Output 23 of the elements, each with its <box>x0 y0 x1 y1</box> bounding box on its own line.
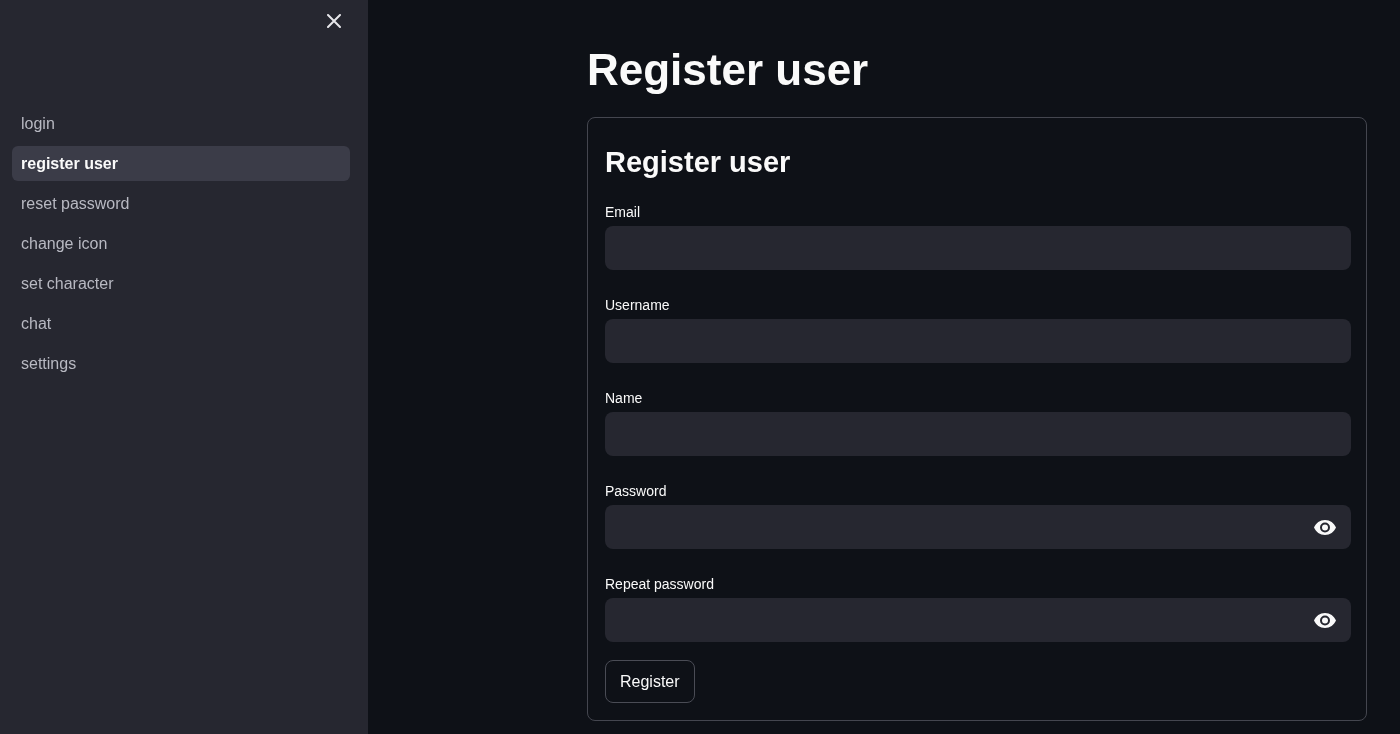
field-label: Email <box>605 203 641 222</box>
input-field[interactable] <box>605 412 1351 456</box>
eye-icon[interactable] <box>1314 612 1336 628</box>
input-field[interactable] <box>605 319 1351 363</box>
password-field[interactable] <box>605 598 1351 642</box>
input-field[interactable] <box>605 226 1351 270</box>
sidebar-nav-link[interactable]: settings <box>12 346 350 381</box>
field-label: Name <box>605 389 644 408</box>
field-label: Password <box>605 482 668 501</box>
field-label: Repeat password <box>605 575 715 594</box>
register-button[interactable]: Register <box>605 660 695 703</box>
close-icon[interactable] <box>327 14 341 28</box>
field-label: Username <box>605 296 671 315</box>
eye-icon[interactable] <box>1314 519 1336 535</box>
page-title: Register user <box>587 44 870 96</box>
sidebar-nav-link[interactable]: set character <box>12 266 350 301</box>
sidebar-nav-link[interactable]: change icon <box>12 226 350 261</box>
sidebar-nav-link[interactable]: login <box>12 106 350 141</box>
sidebar-nav-link[interactable]: reset password <box>12 186 350 221</box>
sidebar-nav-link[interactable]: register user <box>12 146 350 181</box>
password-field[interactable] <box>605 505 1351 549</box>
form-title: Register user <box>605 145 792 180</box>
sidebar-nav-link[interactable]: chat <box>12 306 350 341</box>
